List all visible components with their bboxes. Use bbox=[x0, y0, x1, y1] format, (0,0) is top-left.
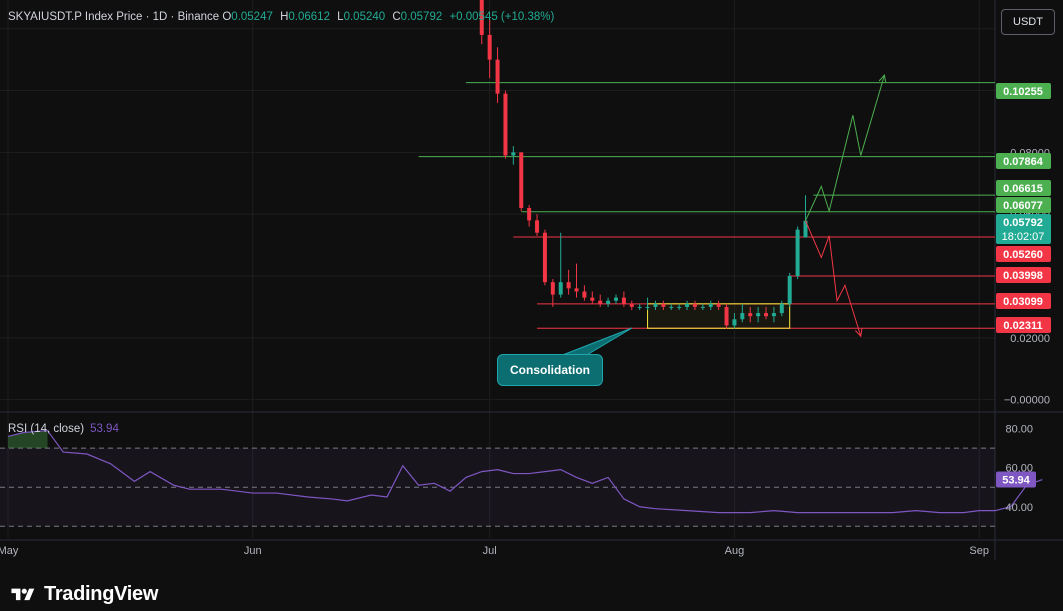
candle-body bbox=[535, 220, 540, 233]
candle-body bbox=[503, 93, 508, 156]
candle-body bbox=[724, 306, 729, 326]
price-level-badge-text: 0.05792 bbox=[1003, 217, 1043, 229]
price-level-badge: 0.06615 bbox=[996, 180, 1051, 196]
candle-body bbox=[550, 282, 555, 295]
candle-body bbox=[574, 288, 579, 292]
rsi-tick-label: 40.00 bbox=[1005, 502, 1033, 514]
open-label: O bbox=[222, 11, 232, 23]
candle-body bbox=[764, 313, 769, 317]
candle-body bbox=[527, 208, 532, 221]
consolidation-callout: Consolidation bbox=[497, 354, 603, 386]
footer: TradingView bbox=[0, 576, 1063, 611]
candle-body bbox=[779, 303, 784, 314]
candle-body bbox=[708, 303, 713, 307]
time-tick-label: May bbox=[0, 545, 19, 557]
rsi-value: 53.94 bbox=[90, 423, 119, 435]
candle-body bbox=[598, 300, 603, 304]
price-level-badge: 0.03998 bbox=[996, 267, 1051, 283]
candle-body bbox=[558, 282, 563, 295]
price-level-badge: 0.05260 bbox=[996, 246, 1051, 262]
candle-body bbox=[566, 282, 571, 289]
time-tick-label: Sep bbox=[969, 545, 989, 557]
candle-body bbox=[740, 313, 745, 320]
price-countdown-text: 18:02:07 bbox=[1002, 231, 1045, 243]
rsi-value-badge: 53.94 bbox=[996, 471, 1036, 488]
tradingview-logo[interactable]: TradingView bbox=[8, 583, 158, 606]
candle-body bbox=[756, 313, 761, 317]
price-level-badge: 0.10255 bbox=[996, 83, 1051, 99]
price-level-badge: 0.06077 bbox=[996, 197, 1051, 213]
rsi-title: RSI (14, close) bbox=[8, 423, 85, 435]
price-level-badge: 0.02311 bbox=[996, 317, 1051, 333]
tradingview-brand: TradingView bbox=[44, 583, 159, 605]
candle-body bbox=[700, 306, 705, 308]
candle-body bbox=[795, 229, 800, 276]
price-tick-label: 0.02000 bbox=[1010, 333, 1050, 345]
rsi-tick-label: 80.00 bbox=[1005, 424, 1033, 436]
candle-body bbox=[645, 306, 650, 308]
candle-body bbox=[637, 306, 642, 308]
candle-body bbox=[511, 152, 516, 156]
rsi-legend[interactable]: RSI (14, close) 53.94 bbox=[8, 423, 119, 435]
low-value: 0.05240 bbox=[343, 11, 386, 23]
time-tick-label: Aug bbox=[725, 545, 745, 557]
candle-body bbox=[748, 313, 753, 317]
price-level-badge-text: 0.03998 bbox=[1003, 270, 1043, 282]
price-level-badge-text: 0.05260 bbox=[1003, 249, 1043, 261]
price-tick-label: −0.00000 bbox=[1004, 395, 1050, 407]
price-level-badge-text: 0.10255 bbox=[1003, 86, 1043, 98]
tradingview-logo-icon bbox=[11, 588, 35, 600]
candle-body bbox=[677, 306, 682, 308]
candle-body bbox=[716, 303, 721, 307]
candle-body bbox=[542, 232, 547, 283]
symbol-title: SKYAIUSDT.P Index Price · 1D · Binance bbox=[8, 11, 220, 23]
close-label: C bbox=[392, 11, 401, 23]
candle-body bbox=[613, 297, 618, 301]
candle-body bbox=[787, 276, 792, 304]
candle-body bbox=[582, 291, 587, 298]
change-value: +0.00545 (+10.38%) bbox=[449, 11, 555, 23]
candle-body bbox=[661, 303, 666, 307]
candle-body bbox=[685, 303, 690, 307]
price-level-badge: 0.03099 bbox=[996, 293, 1051, 309]
open-value: 0.05247 bbox=[231, 11, 273, 23]
candle-body bbox=[495, 59, 500, 94]
candle-body bbox=[487, 34, 492, 60]
price-level-badge-text: 0.07864 bbox=[1003, 156, 1044, 168]
candle-body bbox=[692, 303, 697, 307]
candle-body bbox=[519, 152, 524, 208]
symbol-header: SKYAIUSDT.P Index Price · 1D · Binance O… bbox=[8, 11, 558, 23]
currency-button[interactable]: USDT bbox=[1001, 9, 1055, 35]
candle-body bbox=[653, 303, 658, 307]
time-tick-label: Jun bbox=[244, 545, 262, 557]
rsi-value-badge-text: 53.94 bbox=[1002, 475, 1030, 487]
chart-frame: 0.120000.100000.080000.060000.040000.020… bbox=[0, 0, 1063, 611]
close-value: 0.05792 bbox=[400, 11, 443, 23]
candle-body bbox=[606, 300, 611, 304]
low-label: L bbox=[337, 11, 344, 23]
price-level-badge-text: 0.02311 bbox=[1003, 320, 1042, 332]
price-level-badge: 0.07864 bbox=[996, 153, 1051, 169]
candle-body bbox=[771, 313, 776, 317]
price-level-badge-text: 0.03099 bbox=[1003, 296, 1043, 308]
candle-body bbox=[732, 319, 737, 326]
price-level-badge-text: 0.06615 bbox=[1003, 183, 1043, 195]
high-value: 0.06612 bbox=[288, 11, 330, 23]
candle-body bbox=[669, 306, 674, 308]
price-level-badge-text: 0.06077 bbox=[1003, 200, 1043, 212]
chart-canvas[interactable]: 0.120000.100000.080000.060000.040000.020… bbox=[0, 0, 1063, 611]
candle-body bbox=[621, 297, 626, 304]
time-tick-label: Jul bbox=[483, 545, 497, 557]
candle-body bbox=[590, 297, 595, 301]
price-level-badge: 0.05792 18:02:07 bbox=[996, 214, 1051, 244]
candle-body bbox=[629, 303, 634, 307]
